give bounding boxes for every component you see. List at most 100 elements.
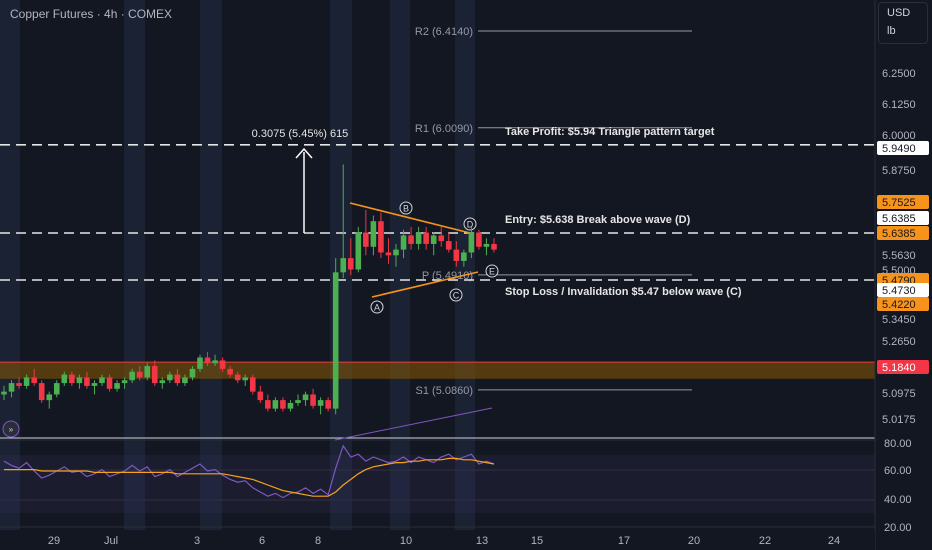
candle-body-51 xyxy=(385,252,392,256)
candle-body-61 xyxy=(461,252,467,261)
candle-body-41 xyxy=(310,394,316,406)
candle-body-40 xyxy=(302,394,309,401)
candle-body-46 xyxy=(347,258,354,270)
candle-body-34 xyxy=(257,391,264,401)
pivot-label-3: S1 (5.0860) xyxy=(416,385,473,397)
x-tick-1: Jul xyxy=(104,535,118,547)
candle-body-5 xyxy=(38,383,45,401)
measure-label: lb xyxy=(887,25,896,37)
price-tag-text-2: 5.6385 xyxy=(882,213,916,225)
candle-body-6 xyxy=(46,394,53,401)
candle-body-8 xyxy=(61,374,68,384)
wave-label-E: E xyxy=(489,267,495,277)
candle-body-52 xyxy=(393,249,399,256)
wave-label-B: B xyxy=(403,204,409,214)
y-tick-6: 5.3450 xyxy=(882,314,916,326)
triangle-pattern: A B C D E xyxy=(349,201,499,314)
price-tag-text-0: 5.9490 xyxy=(882,143,916,155)
x-tick-10: 22 xyxy=(759,535,771,547)
candle-body-49 xyxy=(370,221,377,247)
wave-label-A: A xyxy=(374,303,380,313)
candle-body-58 xyxy=(438,235,445,242)
y-tick-3: 5.8750 xyxy=(882,165,916,177)
candle-body-13 xyxy=(99,377,105,384)
candle-body-50 xyxy=(378,221,384,253)
candle-body-9 xyxy=(69,374,75,384)
candle-body-32 xyxy=(242,377,249,381)
candle-body-57 xyxy=(430,235,437,244)
candle-body-45 xyxy=(340,258,347,273)
wave-label-C: C xyxy=(453,291,460,301)
measure-label: 0.3075 (5.45%) 615 xyxy=(252,128,349,140)
candle-body-3 xyxy=(23,377,30,386)
stop-loss-label: Stop Loss / Invalidation $5.47 below wav… xyxy=(505,286,742,298)
y-tick-4: 5.5630 xyxy=(882,250,916,262)
candle-body-2 xyxy=(16,383,22,386)
chart-canvas: R2 (6.4140)R1 (6.0090)P (5.4910)S1 (5.08… xyxy=(0,0,929,550)
candle-body-44 xyxy=(332,272,339,409)
candle-body-33 xyxy=(249,377,256,392)
candle-body-60 xyxy=(453,249,460,261)
x-tick-3: 6 xyxy=(259,535,265,547)
price-tag-text-7: 5.1840 xyxy=(882,362,916,374)
rsi-tick-3: 20.00 xyxy=(884,522,912,534)
chart-title: Copper Futures · 4h · COMEX xyxy=(10,7,173,21)
rsi-tick-2: 40.00 xyxy=(884,494,912,506)
candle-body-24 xyxy=(182,377,188,384)
candle-body-59 xyxy=(445,241,452,250)
price-tag-text-1: 5.7525 xyxy=(882,197,916,209)
x-tick-6: 13 xyxy=(476,535,488,547)
rsi-tick-1: 60.00 xyxy=(884,465,912,477)
y-tick-1: 6.1250 xyxy=(882,99,916,111)
candle-body-48 xyxy=(363,232,369,247)
candle-body-27 xyxy=(204,357,211,364)
candle-body-29 xyxy=(219,360,226,369)
entry-label: Entry: $5.638 Break above wave (D) xyxy=(505,214,691,226)
candle-body-64 xyxy=(483,243,490,247)
candle-body-21 xyxy=(159,380,166,384)
candle-body-17 xyxy=(129,371,135,381)
candle-body-14 xyxy=(106,377,113,389)
y-tick-9: 5.0175 xyxy=(882,414,916,426)
candle-body-28 xyxy=(212,360,218,364)
candle-body-56 xyxy=(423,232,429,244)
price-tag-text-5: 5.4730 xyxy=(882,285,916,297)
candle-body-15 xyxy=(114,383,120,389)
candle-body-65 xyxy=(491,243,497,250)
candle-body-10 xyxy=(76,377,83,384)
candle-body-36 xyxy=(272,400,279,409)
x-tick-8: 17 xyxy=(618,535,630,547)
x-tick-11: 24 xyxy=(828,535,840,547)
candle-body-37 xyxy=(280,400,286,409)
playback-icon-glyph: » xyxy=(9,425,14,434)
x-tick-9: 20 xyxy=(688,535,700,547)
candle-body-18 xyxy=(136,371,143,378)
time-axis-bg xyxy=(0,530,875,550)
candle-body-22 xyxy=(167,374,173,381)
candle-body-63 xyxy=(476,232,482,247)
x-tick-2: 3 xyxy=(194,535,200,547)
candle-body-23 xyxy=(174,374,181,384)
y-tick-2: 6.0000 xyxy=(882,130,916,142)
y-tick-8: 5.0975 xyxy=(882,388,916,400)
candle-body-39 xyxy=(295,400,301,403)
unit-selector[interactable]: USD lb xyxy=(878,2,928,44)
candle-body-53 xyxy=(400,235,407,250)
candle-body-55 xyxy=(415,232,422,244)
candle-body-26 xyxy=(197,357,203,369)
candle-body-11 xyxy=(84,377,90,386)
candle-body-19 xyxy=(144,366,151,378)
candle-body-25 xyxy=(189,368,196,378)
candle-body-12 xyxy=(91,383,98,386)
candle-body-20 xyxy=(151,366,158,384)
pivot-label-0: R2 (6.4140) xyxy=(415,26,473,38)
candle-body-4 xyxy=(31,377,37,384)
candle-body-47 xyxy=(355,232,362,270)
candle-body-54 xyxy=(408,235,414,244)
price-axis: 6.25006.12506.00005.87505.56305.50005.34… xyxy=(874,0,929,550)
time-axis: 29 Jul 3 6 8 10 13 15 17 20 22 24 xyxy=(0,530,875,550)
candle-body-0 xyxy=(1,391,7,395)
x-tick-7: 15 xyxy=(531,535,543,547)
rsi-tick-0: 80.00 xyxy=(884,438,912,450)
candle-body-42 xyxy=(317,400,324,406)
